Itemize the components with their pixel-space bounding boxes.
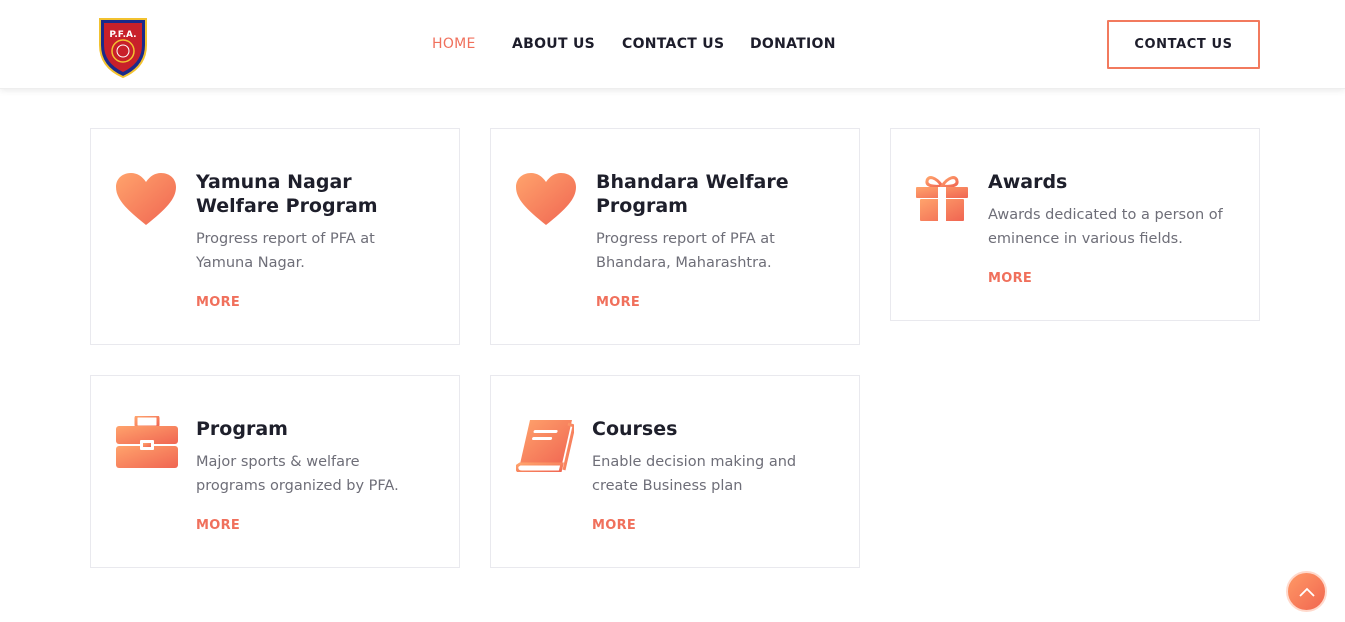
card-title-line-1: Bhandara Welfare xyxy=(596,171,789,193)
card-bhandara: Bhandara Welfare Program Progress report… xyxy=(490,128,860,345)
more-link[interactable]: MORE xyxy=(592,518,636,533)
card-title-line-2: Program xyxy=(596,195,688,217)
card-desc-line-1: Awards dedicated to a person of xyxy=(988,207,1223,223)
card-awards: Awards Awards dedicated to a person of e… xyxy=(890,128,1260,321)
chevron-up-icon xyxy=(1298,587,1315,597)
card-title-line-1: Yamuna Nagar xyxy=(196,171,352,193)
nav-about-us[interactable]: ABOUT US xyxy=(512,36,595,52)
card-title-line-2: Welfare Program xyxy=(196,195,378,217)
heart-icon xyxy=(116,173,176,225)
card-title: Program xyxy=(196,418,288,440)
contact-us-button[interactable]: CONTACT US xyxy=(1107,20,1260,69)
card-courses: Courses Enable decision making and creat… xyxy=(490,375,860,568)
more-link[interactable]: MORE xyxy=(596,295,640,310)
scroll-to-top-button[interactable] xyxy=(1286,571,1327,612)
card-title: Courses xyxy=(592,418,678,440)
card-description: Enable decision making and create Busine… xyxy=(592,450,796,498)
site-header: P.F.A. HOME ABOUT US CONTACT US DONATION… xyxy=(0,0,1345,89)
card-desc-line-2: eminence in various fields. xyxy=(988,231,1183,247)
card-desc-line-1: Enable decision making and xyxy=(592,454,797,470)
nav-donation[interactable]: DONATION xyxy=(750,36,836,52)
card-description: Awards dedicated to a person of eminence… xyxy=(988,203,1223,251)
card-title: Bhandara Welfare Program xyxy=(596,170,789,218)
card-desc-line-1: Major sports & welfare xyxy=(196,454,360,470)
card-desc-line-2: Bhandara, Maharashtra. xyxy=(596,255,772,271)
card-yamuna-nagar: Yamuna Nagar Welfare Program Progress re… xyxy=(90,128,460,345)
gift-icon xyxy=(916,176,968,221)
card-program: Program Major sports & welfare programs … xyxy=(90,375,460,568)
card-description: Progress report of PFA at Yamuna Nagar. xyxy=(196,227,375,275)
card-description: Progress report of PFA at Bhandara, Maha… xyxy=(596,227,775,275)
book-icon xyxy=(516,420,574,472)
briefcase-icon xyxy=(116,416,178,468)
card-desc-line-1: Progress report of PFA at xyxy=(596,231,775,247)
card-desc-line-1: Progress report of PFA at xyxy=(196,231,375,247)
nav-home[interactable]: HOME xyxy=(432,36,476,52)
nav-contact-us[interactable]: CONTACT US xyxy=(622,36,724,52)
card-description: Major sports & welfare programs organize… xyxy=(196,450,399,498)
more-link[interactable]: MORE xyxy=(196,295,240,310)
card-title: Yamuna Nagar Welfare Program xyxy=(196,170,378,218)
more-link[interactable]: MORE xyxy=(988,271,1032,286)
heart-icon xyxy=(516,173,576,225)
card-desc-line-2: programs organized by PFA. xyxy=(196,478,399,494)
card-title: Awards xyxy=(988,171,1068,193)
card-desc-line-2: create Business plan xyxy=(592,478,743,494)
more-link[interactable]: MORE xyxy=(196,518,240,533)
card-desc-line-2: Yamuna Nagar. xyxy=(196,255,305,271)
